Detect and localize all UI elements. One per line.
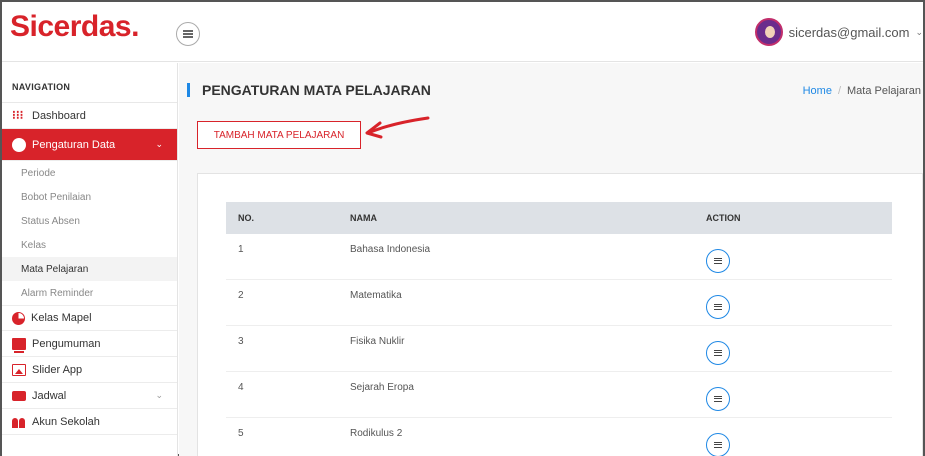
chevron-down-icon: ⌄ bbox=[155, 390, 163, 400]
action-menu-button[interactable] bbox=[706, 340, 730, 365]
cell-nama: Bahasa Indonesia bbox=[350, 244, 431, 255]
action-menu-button[interactable] bbox=[706, 248, 730, 273]
sidebar-subitem-mata-pelajaran[interactable]: Mata Pelajaran bbox=[2, 257, 177, 281]
pie-icon bbox=[12, 311, 25, 325]
action-menu-button[interactable] bbox=[706, 432, 730, 456]
breadcrumb-current: Mata Pelajaran bbox=[847, 85, 921, 97]
grid-icon: ⁝⁝⁝ bbox=[12, 107, 24, 122]
subjects-card: NO. NAMA ACTION 1 Bahasa Indonesia 2 Mat… bbox=[197, 173, 923, 456]
sidebar-item-dashboard[interactable]: ⁝⁝⁝ Dashboard bbox=[2, 103, 177, 129]
avatar[interactable] bbox=[754, 18, 783, 46]
table-row: 5 Rodikulus 2 bbox=[226, 418, 892, 456]
sidebar-item-label: Kelas Mapel bbox=[31, 312, 92, 324]
cell-nama: Rodikulus 2 bbox=[350, 428, 403, 439]
table-row: 2 Matematika bbox=[226, 280, 892, 326]
menu-icon bbox=[714, 303, 722, 310]
cell-no: 5 bbox=[238, 428, 244, 439]
column-header-nama: NAMA bbox=[350, 213, 377, 223]
hamburger-icon bbox=[183, 30, 193, 38]
cloud-icon bbox=[12, 137, 26, 152]
sidebar: NAVIGATION ⁝⁝⁝ Dashboard Pengaturan Data… bbox=[2, 63, 178, 456]
arrow-annotation-icon bbox=[365, 116, 430, 139]
cell-no: 3 bbox=[238, 336, 244, 347]
sidebar-item-kelas-mapel[interactable]: Kelas Mapel bbox=[2, 305, 177, 331]
user-menu[interactable]: sicerdas@gmail.com ⌄ bbox=[754, 18, 923, 46]
cell-nama: Matematika bbox=[350, 290, 402, 301]
sidebar-item-label: Slider App bbox=[32, 363, 83, 376]
sidebar-subitem-bobot-penilaian[interactable]: Bobot Penilaian bbox=[2, 185, 177, 209]
sidebar-item-slider-app[interactable]: Slider App bbox=[2, 357, 177, 383]
cell-no: 1 bbox=[238, 244, 244, 255]
briefcase-icon bbox=[12, 390, 26, 401]
menu-toggle-button[interactable] bbox=[176, 22, 200, 46]
sidebar-subitem-status-absen[interactable]: Status Absen bbox=[2, 209, 177, 233]
sidebar-item-jadwal[interactable]: Jadwal ⌄ bbox=[2, 383, 177, 409]
sidebar-item-label: Akun Sekolah bbox=[32, 415, 100, 428]
sidebar-item-label: Pengaturan Data bbox=[32, 138, 116, 151]
chevron-down-icon[interactable]: ⌄ bbox=[915, 27, 923, 38]
sidebar-subitem-periode[interactable]: Periode bbox=[2, 161, 177, 185]
user-email[interactable]: sicerdas@gmail.com bbox=[789, 25, 910, 40]
cell-no: 2 bbox=[238, 290, 244, 301]
subjects-table: NO. NAMA ACTION 1 Bahasa Indonesia 2 Mat… bbox=[226, 202, 892, 456]
sidebar-subitem-kelas[interactable]: Kelas bbox=[2, 233, 177, 257]
table-row: 1 Bahasa Indonesia bbox=[226, 234, 892, 280]
page-title: PENGATURAN MATA PELAJARAN bbox=[187, 83, 431, 97]
image-icon bbox=[12, 363, 26, 376]
column-header-no: NO. bbox=[238, 213, 255, 223]
users-icon bbox=[12, 416, 26, 428]
nav-heading: NAVIGATION bbox=[2, 63, 177, 103]
action-menu-button[interactable] bbox=[706, 294, 730, 319]
action-menu-button[interactable] bbox=[706, 386, 730, 411]
menu-icon bbox=[714, 441, 722, 448]
sidebar-item-pengaturan-data[interactable]: Pengaturan Data ⌄ bbox=[2, 129, 177, 161]
cell-nama: Sejarah Eropa bbox=[350, 382, 414, 393]
column-header-action: ACTION bbox=[706, 213, 741, 223]
sidebar-subitem-alarm-reminder[interactable]: Alarm Reminder bbox=[2, 281, 177, 305]
top-bar: Sicerdas. sicerdas@gmail.com ⌄ bbox=[2, 2, 923, 62]
menu-icon bbox=[714, 257, 722, 264]
sidebar-item-pengumuman[interactable]: Pengumuman bbox=[2, 331, 177, 357]
sidebar-item-label: Dashboard bbox=[32, 109, 86, 122]
chevron-down-icon: ⌄ bbox=[155, 139, 163, 149]
sidebar-item-akun-sekolah[interactable]: Akun Sekolah bbox=[2, 409, 177, 435]
menu-icon bbox=[714, 395, 722, 402]
table-row: 4 Sejarah Eropa bbox=[226, 372, 892, 418]
sidebar-item-label: Jadwal bbox=[32, 389, 67, 402]
add-subject-button[interactable]: TAMBAH MATA PELAJARAN bbox=[197, 121, 361, 149]
sidebar-item-label: Pengumuman bbox=[32, 337, 101, 350]
breadcrumb: Home / Mata Pelajaran bbox=[803, 85, 921, 97]
board-icon bbox=[12, 337, 26, 353]
menu-icon bbox=[714, 349, 722, 356]
table-header: NO. NAMA ACTION bbox=[226, 202, 892, 234]
main-content: PENGATURAN MATA PELAJARAN Home / Mata Pela… bbox=[179, 63, 923, 456]
brand-logo[interactable]: Sicerdas. bbox=[10, 10, 139, 44]
cell-nama: Fisika Nuklir bbox=[350, 336, 405, 347]
table-row: 3 Fisika Nuklir bbox=[226, 326, 892, 372]
cell-no: 4 bbox=[238, 382, 244, 393]
breadcrumb-separator: / bbox=[837, 85, 841, 97]
breadcrumb-home-link[interactable]: Home bbox=[803, 85, 832, 97]
